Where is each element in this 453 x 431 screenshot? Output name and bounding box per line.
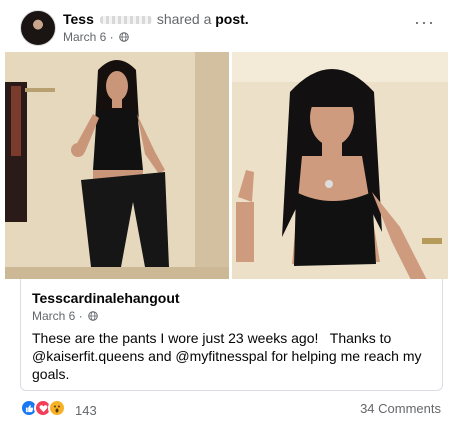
post-timestamp[interactable]: March 6 · (63, 30, 129, 44)
comments-count-link[interactable]: 34 Comments (360, 401, 441, 416)
reaction-count[interactable]: 143 (75, 403, 97, 418)
shared-caption: These are the pants I wore just 23 weeks… (32, 330, 426, 382)
post-header: Tess shared a post. March 6 · ··· (0, 0, 453, 52)
more-options-button[interactable]: ··· (414, 13, 435, 31)
post-card: Tess shared a post. March 6 · ··· Tessca… (0, 0, 453, 431)
avatar[interactable] (20, 10, 56, 46)
shared-post-link[interactable]: post. (215, 11, 248, 27)
globe-icon (119, 32, 129, 42)
action-text: shared a (156, 11, 212, 27)
photo-left[interactable] (5, 52, 229, 279)
wow-reaction-icon (48, 399, 66, 417)
shared-timestamp[interactable]: March 6 · (32, 309, 98, 323)
shared-photos[interactable] (5, 52, 448, 279)
photo-right[interactable] (232, 52, 448, 279)
redacted-name-blur (99, 16, 152, 25)
timestamp-text[interactable]: March 6 · (63, 30, 114, 44)
author-name[interactable]: Tess (63, 11, 94, 27)
shared-timestamp-text[interactable]: March 6 · (32, 309, 83, 323)
post-footer: 143 34 Comments (20, 397, 443, 421)
post-title-line: Tess shared a post. (63, 11, 249, 27)
shared-page-name[interactable]: Tesscardinalehangout (32, 290, 180, 306)
photo-right-image (232, 52, 448, 279)
photo-left-image (5, 52, 229, 279)
globe-icon (88, 311, 98, 321)
shared-post-box[interactable]: Tesscardinalehangout March 6 · These are… (20, 279, 443, 391)
